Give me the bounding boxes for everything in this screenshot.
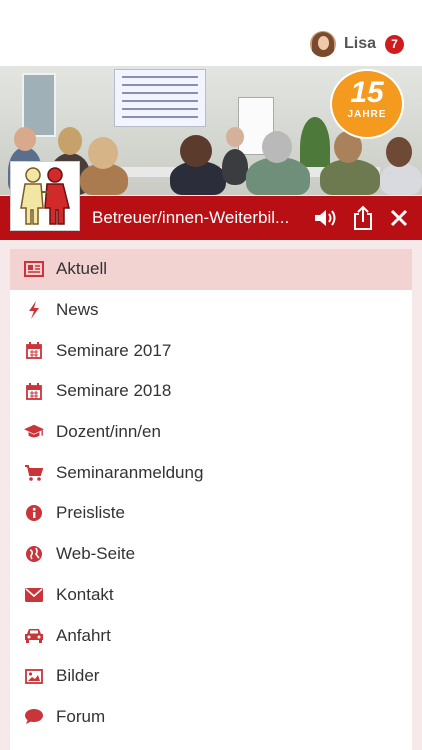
menu-item-seminare-2017[interactable]: Seminare 2017 <box>10 330 412 371</box>
menu-item-web-seite[interactable]: Web-Seite <box>10 534 412 575</box>
notification-badge[interactable]: 7 <box>385 34 404 54</box>
close-icon[interactable] <box>384 196 414 240</box>
bolt-icon <box>24 290 44 331</box>
info-icon <box>24 493 44 534</box>
top-bar: Lisa 7 <box>0 0 422 67</box>
image-icon <box>24 656 44 697</box>
share-icon[interactable] <box>348 196 378 240</box>
menu-item-label: Seminaranmeldung <box>56 462 204 482</box>
menu-item-dozenten[interactable]: Dozent/inn/en <box>10 412 412 453</box>
menu-item-label: Bilder <box>56 666 100 686</box>
menu-item-preisliste[interactable]: Preisliste <box>10 493 412 534</box>
menu-item-label: Aktuell <box>56 259 108 279</box>
user-profile[interactable]: Lisa 7 <box>309 30 404 58</box>
menu-item-seminare-2018[interactable]: Seminare 2018 <box>10 371 412 412</box>
menu-item-label: Anfahrt <box>56 625 111 645</box>
menu-item-kontakt[interactable]: Kontakt <box>10 575 412 616</box>
menu-item-label: Dozent/inn/en <box>56 422 161 442</box>
envelope-icon <box>24 575 44 616</box>
menu-item-label: Seminare 2017 <box>56 340 172 360</box>
anniversary-badge: 15 JAHRE <box>330 69 404 139</box>
page-title: Betreuer/innen-Weiterbil... <box>92 208 290 227</box>
anniversary-text: JAHRE <box>347 109 387 120</box>
menu-item-aktuell[interactable]: Aktuell <box>10 249 412 290</box>
navigation-menu: Aktuell News Seminare 2017 Seminare 2018… <box>10 249 412 750</box>
menu-item-label: Web-Seite <box>56 544 136 564</box>
calendar-icon <box>24 371 44 412</box>
menu-item-seminaranmeldung[interactable]: Seminaranmeldung <box>10 452 412 493</box>
newspaper-icon <box>24 249 44 290</box>
app-logo <box>10 161 80 231</box>
username[interactable]: Lisa <box>344 35 376 53</box>
cart-icon <box>24 452 44 493</box>
menu-item-label: Kontakt <box>56 584 114 604</box>
calendar-icon <box>24 330 44 371</box>
avatar[interactable] <box>309 31 336 57</box>
graduation-cap-icon <box>24 412 44 453</box>
menu-item-anfahrt[interactable]: Anfahrt <box>10 615 412 656</box>
menu-item-bilder[interactable]: Bilder <box>10 656 412 697</box>
car-icon <box>24 615 44 656</box>
speaker-icon[interactable] <box>310 196 342 240</box>
menu-item-forum[interactable]: Forum <box>10 697 412 738</box>
chat-bubble-icon <box>24 697 44 738</box>
projection-screen <box>114 69 206 127</box>
menu-item-label: Preisliste <box>56 503 125 523</box>
anniversary-number: 15 <box>350 76 384 109</box>
menu-item-label: News <box>56 300 99 320</box>
menu-item-label: Seminare 2018 <box>56 381 172 401</box>
globe-icon <box>24 534 44 575</box>
menu-item-label: Forum <box>56 706 106 726</box>
menu-item-news[interactable]: News <box>10 290 412 331</box>
